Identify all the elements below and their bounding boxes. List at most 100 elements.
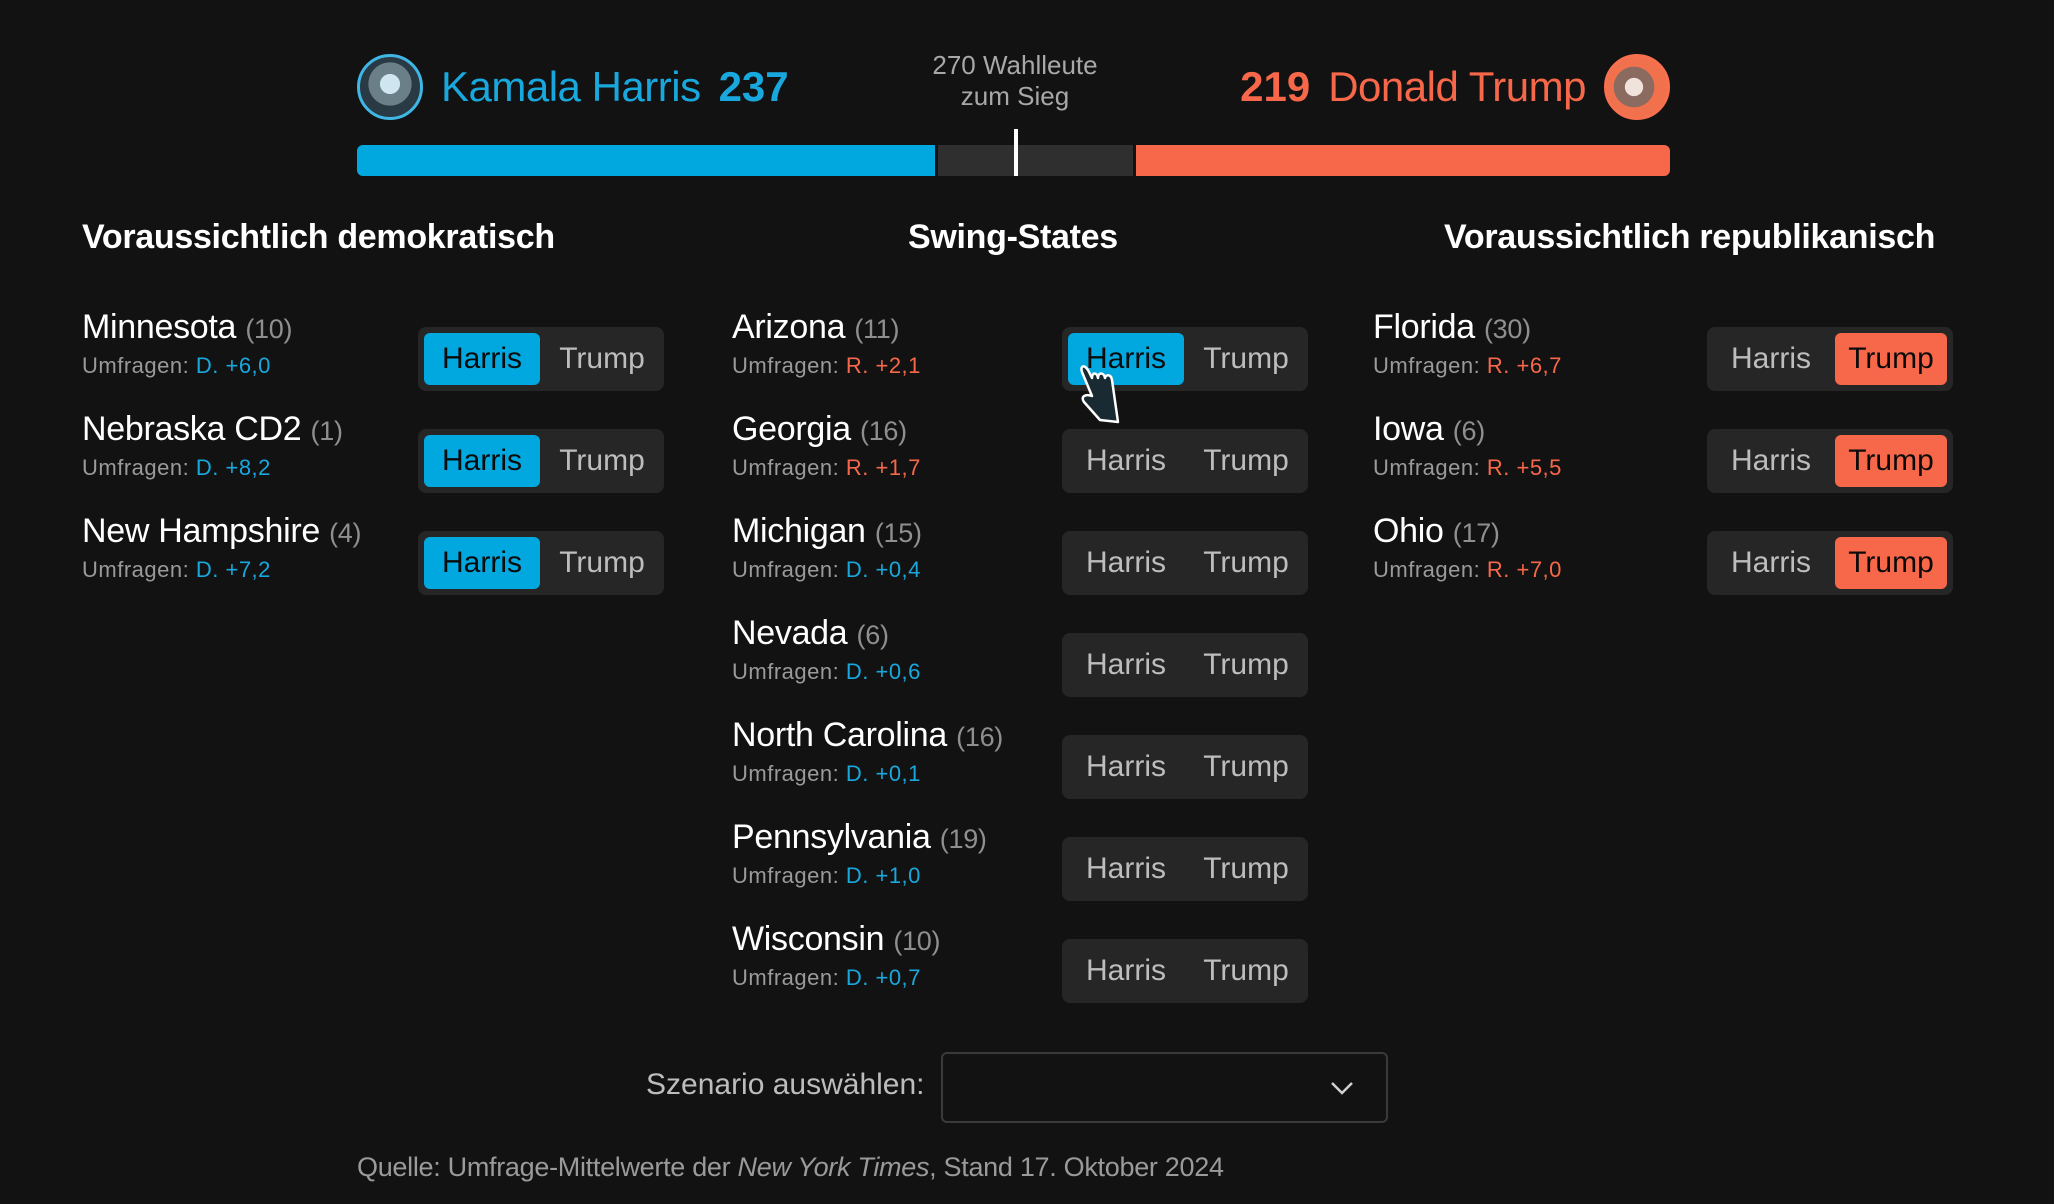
poll-party: R. xyxy=(1486,353,1510,378)
poll-prefix: Umfragen: xyxy=(732,557,840,582)
toggle-trump-button[interactable]: Trump xyxy=(1190,537,1302,589)
state-label: Nebraska CD2 xyxy=(82,410,302,448)
toggle-harris-button[interactable]: Harris xyxy=(424,537,540,589)
poll-party: R. xyxy=(1486,455,1510,480)
poll-prefix: Umfragen: xyxy=(732,863,840,888)
poll-value: +0,6 xyxy=(875,659,921,684)
state-label: Wisconsin xyxy=(732,920,885,958)
toggle-harris-button[interactable]: Harris xyxy=(424,333,540,385)
poll-line: Umfragen: D. +1,0 xyxy=(732,863,987,889)
winner-toggle[interactable]: Harris Trump xyxy=(1707,327,1953,391)
state-label: Ohio xyxy=(1373,512,1444,550)
state-row: Florida (30) Umfragen: R. +6,7 xyxy=(1373,308,1562,398)
winner-toggle[interactable]: Harris Trump xyxy=(1062,429,1308,493)
trump-bar-fill xyxy=(1135,145,1670,176)
electoral-votes: (10) xyxy=(893,926,941,956)
toggle-trump-button[interactable]: Trump xyxy=(1190,843,1302,895)
poll-margin: D. +7,2 xyxy=(196,557,271,582)
toggle-trump-button[interactable]: Trump xyxy=(1835,435,1947,487)
winner-toggle[interactable]: Harris Trump xyxy=(418,429,664,493)
toggle-trump-button[interactable]: Trump xyxy=(1835,333,1947,385)
poll-value: +1,7 xyxy=(875,455,921,480)
toggle-trump-button[interactable]: Trump xyxy=(1190,333,1302,385)
harris-name: Kamala Harris xyxy=(441,63,701,110)
toggle-harris-button[interactable]: Harris xyxy=(1068,741,1184,793)
state-label: Arizona xyxy=(732,308,846,346)
source-note: Quelle: Umfrage-Mittelwerte der New York… xyxy=(357,1152,1224,1183)
poll-line: Umfragen: R. +1,7 xyxy=(732,455,921,481)
toggle-harris-button[interactable]: Harris xyxy=(1068,537,1184,589)
poll-margin: D. +8,2 xyxy=(196,455,271,480)
winner-toggle[interactable]: Harris Trump xyxy=(1707,531,1953,595)
poll-margin: D. +0,7 xyxy=(846,965,921,990)
toggle-harris-button[interactable]: Harris xyxy=(1713,333,1829,385)
toggle-harris-button[interactable]: Harris xyxy=(1068,435,1184,487)
electoral-progress-bar xyxy=(357,129,1670,176)
goal-label-line2: zum Sieg xyxy=(960,81,1070,111)
winner-toggle[interactable]: Harris Trump xyxy=(418,327,664,391)
toggle-trump-button[interactable]: Trump xyxy=(1190,945,1302,997)
poll-value: +6,0 xyxy=(225,353,271,378)
trump-votes: 219 xyxy=(1240,63,1311,110)
electoral-votes: (16) xyxy=(860,416,907,446)
electoral-votes: (16) xyxy=(956,722,1003,752)
goal-label-line1: 270 Wahlleute xyxy=(932,50,1098,80)
winner-toggle[interactable]: Harris Trump xyxy=(418,531,664,595)
state-label: Michigan xyxy=(732,512,866,550)
state-row: Pennsylvania (19) Umfragen: D. +1,0 xyxy=(732,818,987,908)
winner-toggle[interactable]: Harris Trump xyxy=(1062,735,1308,799)
toggle-harris-button[interactable]: Harris xyxy=(1713,435,1829,487)
poll-prefix: Umfragen: xyxy=(1373,557,1481,582)
state-row: Georgia (16) Umfragen: R. +1,7 xyxy=(732,410,921,500)
poll-party: D. xyxy=(845,557,869,582)
toggle-harris-button[interactable]: Harris xyxy=(1068,945,1184,997)
winner-toggle[interactable]: Harris Trump xyxy=(1707,429,1953,493)
state-name: Michigan (15) xyxy=(732,512,922,551)
poll-line: Umfragen: D. +7,2 xyxy=(82,557,361,583)
toggle-trump-button[interactable]: Trump xyxy=(546,537,658,589)
poll-prefix: Umfragen: xyxy=(1373,353,1481,378)
poll-margin: R. +1,7 xyxy=(846,455,921,480)
poll-party: D. xyxy=(195,557,219,582)
toggle-harris-button[interactable]: Harris xyxy=(1068,639,1184,691)
winner-toggle[interactable]: Harris Trump xyxy=(1062,837,1308,901)
poll-line: Umfragen: D. +0,1 xyxy=(732,761,1003,787)
source-suffix: , Stand 17. Oktober 2024 xyxy=(929,1152,1224,1182)
trump-avatar xyxy=(1604,54,1670,120)
poll-party: D. xyxy=(845,761,869,786)
winner-toggle[interactable]: Harris Trump xyxy=(1062,939,1308,1003)
poll-party: R. xyxy=(845,353,869,378)
toggle-harris-button[interactable]: Harris xyxy=(1713,537,1829,589)
winner-toggle[interactable]: Harris Trump xyxy=(1062,531,1308,595)
scenario-label: Szenario auswählen: xyxy=(646,1068,925,1101)
poll-party: D. xyxy=(195,353,219,378)
toggle-harris-button[interactable]: Harris xyxy=(1068,333,1184,385)
poll-line: Umfragen: D. +0,4 xyxy=(732,557,922,583)
winner-toggle[interactable]: Harris Trump xyxy=(1062,633,1308,697)
poll-margin: R. +7,0 xyxy=(1487,557,1562,582)
toggle-trump-button[interactable]: Trump xyxy=(546,333,658,385)
state-label: Nevada xyxy=(732,614,848,652)
poll-prefix: Umfragen: xyxy=(732,455,840,480)
toggle-trump-button[interactable]: Trump xyxy=(1190,435,1302,487)
toggle-trump-button[interactable]: Trump xyxy=(1190,639,1302,691)
winner-toggle[interactable]: Harris Trump xyxy=(1062,327,1308,391)
state-name: Nevada (6) xyxy=(732,614,921,653)
state-label: Georgia xyxy=(732,410,851,448)
toggle-trump-button[interactable]: Trump xyxy=(1190,741,1302,793)
poll-line: Umfragen: R. +6,7 xyxy=(1373,353,1562,379)
electoral-votes: (17) xyxy=(1452,518,1500,548)
column-title-swing: Swing-States xyxy=(908,218,1118,256)
state-name: Georgia (16) xyxy=(732,410,921,449)
toggle-harris-button[interactable]: Harris xyxy=(1068,843,1184,895)
toggle-harris-button[interactable]: Harris xyxy=(424,435,540,487)
scenario-select[interactable] xyxy=(941,1052,1388,1123)
poll-value: +0,1 xyxy=(875,761,921,786)
source-publication: New York Times xyxy=(737,1152,930,1182)
state-label: New Hampshire xyxy=(82,512,320,550)
toggle-trump-button[interactable]: Trump xyxy=(546,435,658,487)
electoral-votes: (10) xyxy=(245,314,293,344)
toggle-trump-button[interactable]: Trump xyxy=(1835,537,1947,589)
poll-margin: D. +6,0 xyxy=(196,353,271,378)
state-row: Minnesota (10) Umfragen: D. +6,0 xyxy=(82,308,292,398)
